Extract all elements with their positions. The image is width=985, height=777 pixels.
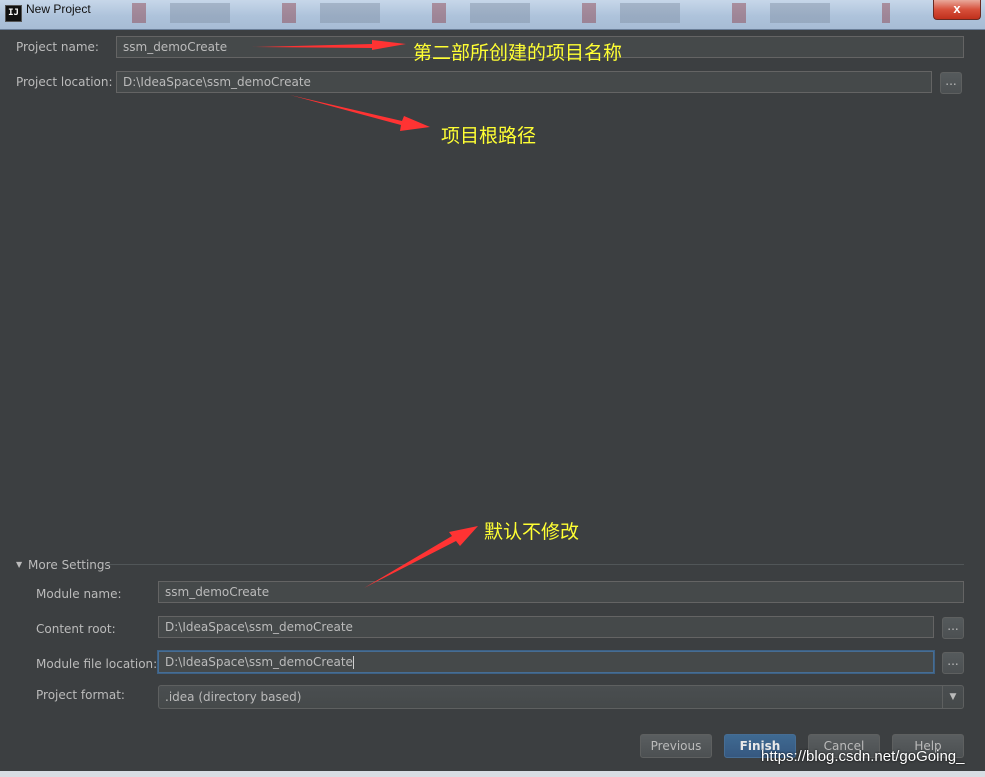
annotation-more-settings: 默认不修改 <box>484 521 580 543</box>
annotation-arrows <box>252 40 478 588</box>
watermark: https://blog.csdn.net/goGoing_ <box>761 748 965 765</box>
arrow-to-more-settings <box>364 526 478 588</box>
arrow-to-project-name <box>252 40 406 50</box>
bottom-screen-strip <box>0 771 985 777</box>
arrow-to-project-location <box>290 95 430 131</box>
annotation-project-name: 第二部所创建的项目名称 <box>413 42 623 64</box>
annotation-project-location: 项目根路径 <box>441 125 537 147</box>
